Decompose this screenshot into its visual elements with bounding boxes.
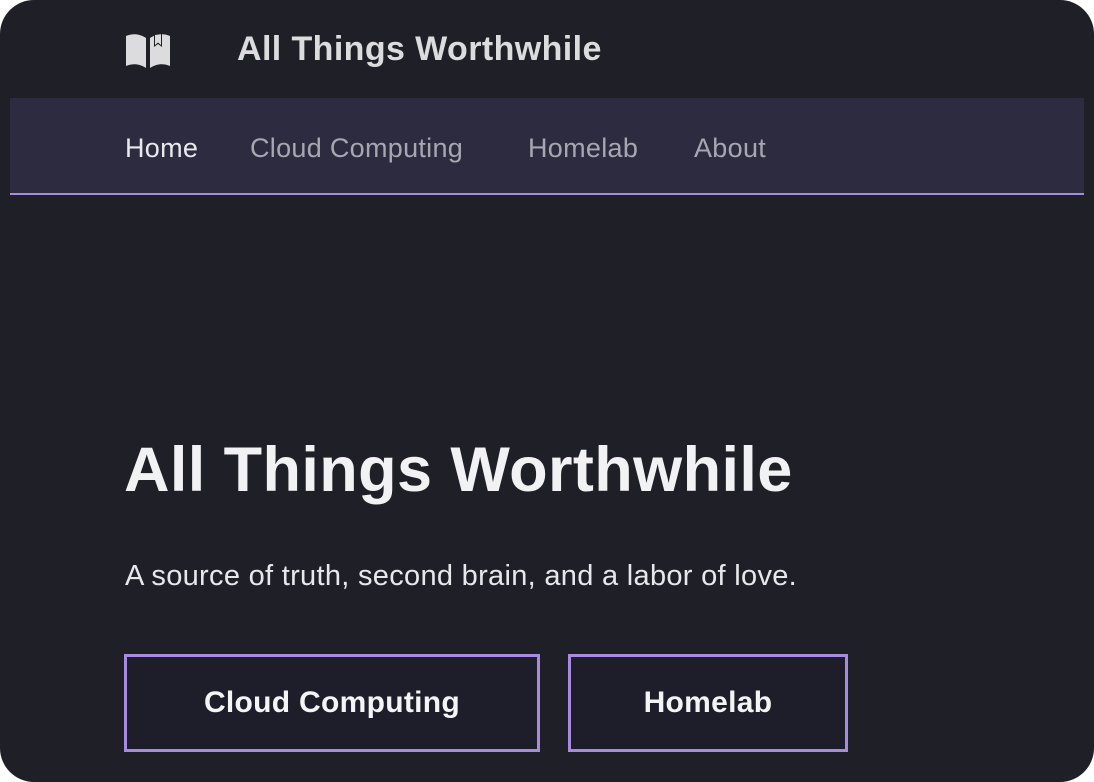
nav-item-home[interactable]: Home (125, 133, 198, 164)
nav-item-about[interactable]: About (694, 133, 766, 164)
homelab-button[interactable]: Homelab (568, 654, 848, 752)
site-header: All Things Worthwhile (0, 0, 1094, 98)
nav-item-homelab[interactable]: Homelab (528, 133, 638, 164)
open-book-icon[interactable] (124, 32, 172, 72)
page-frame: All Things Worthwhile Home Cloud Computi… (0, 0, 1094, 782)
nav-item-cloud-computing[interactable]: Cloud Computing (250, 133, 463, 164)
hero-title: All Things Worthwhile (124, 435, 793, 505)
cloud-computing-button[interactable]: Cloud Computing (124, 654, 540, 752)
hero-tagline: A source of truth, second brain, and a l… (125, 560, 798, 592)
main-navigation: Home Cloud Computing Homelab About (10, 98, 1084, 195)
site-title[interactable]: All Things Worthwhile (237, 30, 602, 69)
